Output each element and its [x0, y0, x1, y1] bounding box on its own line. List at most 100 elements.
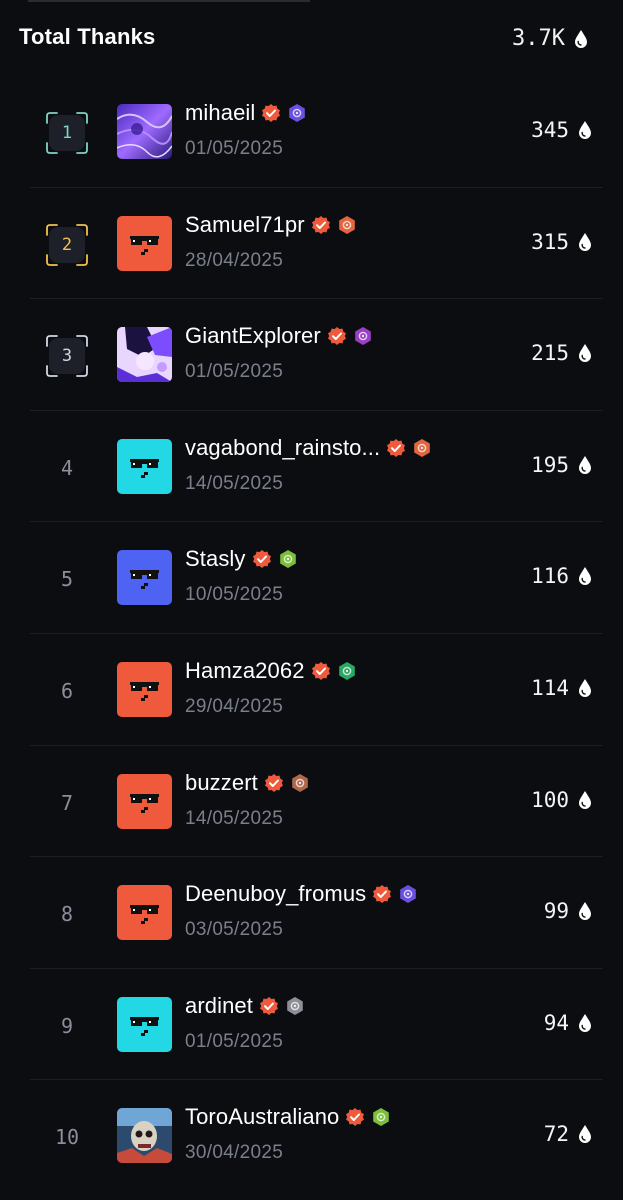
rank-number: 7: [60, 790, 74, 815]
leaderboard-row[interactable]: 1 mihaeil 01/05/2025 345: [30, 76, 603, 188]
name-line: ardinet: [185, 993, 305, 1019]
username[interactable]: mihaeil: [185, 100, 255, 126]
level-badge-icon: [412, 438, 432, 458]
drop-icon: [577, 232, 593, 252]
drop-icon: [577, 566, 593, 586]
level-badge-icon: [287, 103, 307, 123]
leaderboard-row[interactable]: 10 ToroAustraliano 30/04/2025 72: [30, 1080, 603, 1191]
score-value: 94: [543, 1010, 569, 1035]
verified-badge-icon: [311, 215, 331, 235]
join-date: 01/05/2025: [185, 1030, 284, 1052]
avatar[interactable]: [117, 438, 172, 494]
leaderboard-row[interactable]: 3 GiantExplorer 01/05/2025 215: [30, 299, 603, 411]
level-badge-icon: [371, 1107, 391, 1127]
verified-badge-icon: [327, 326, 347, 346]
thanks-score: 72: [544, 1122, 593, 1146]
thanks-score: 215: [531, 341, 593, 365]
verified-badge-icon: [252, 549, 272, 569]
username[interactable]: Hamza2062: [185, 658, 305, 684]
avatar[interactable]: [117, 104, 172, 159]
username[interactable]: Samuel71pr: [185, 212, 305, 238]
level-badge-icon: [353, 326, 373, 346]
rank-badge: 3: [44, 333, 90, 379]
join-date: 01/05/2025: [185, 361, 284, 383]
thanks-score: 114: [531, 676, 593, 700]
rank-number: 2: [49, 226, 85, 263]
join-date: 10/05/2025: [185, 584, 284, 606]
drop-icon: [577, 120, 593, 140]
leaderboard-header: Total Thanks 3.7K: [0, 0, 623, 76]
name-line: Samuel71pr: [185, 212, 357, 238]
avatar[interactable]: [117, 661, 172, 717]
score-value: 315: [531, 229, 569, 254]
score-value: 116: [531, 564, 569, 589]
level-badge-icon: [278, 549, 298, 569]
header-total: 3.7K: [512, 26, 589, 51]
score-value: 72: [543, 1122, 569, 1147]
drop-icon: [573, 29, 589, 49]
name-line: buzzert: [185, 770, 310, 796]
level-badge-icon: [290, 773, 310, 793]
leaderboard-row[interactable]: 7 buzzert 14/05/2025 100: [30, 746, 603, 858]
name-line: Deenuboy_fromus: [185, 881, 418, 907]
join-date: 14/05/2025: [185, 472, 284, 494]
leaderboard-row[interactable]: 5 Stasly 10/05/2025 116: [30, 522, 603, 634]
leaderboard-row[interactable]: 4 vagabond_rainsto... 14/05/2025 195: [30, 411, 603, 523]
leaderboard-row[interactable]: 2 Samuel71pr 28/04/2025 315: [30, 188, 603, 300]
thanks-score: 315: [531, 230, 593, 254]
join-date: 03/05/2025: [185, 919, 284, 941]
avatar[interactable]: [117, 885, 172, 941]
avatar[interactable]: [117, 550, 172, 606]
verified-badge-icon: [386, 438, 406, 458]
score-value: 100: [531, 787, 569, 812]
drop-icon: [577, 343, 593, 363]
drop-icon: [577, 790, 593, 810]
join-date: 30/04/2025: [185, 1142, 284, 1164]
rank-number: 4: [60, 455, 74, 480]
drop-icon: [577, 455, 593, 475]
header-title: Total Thanks: [19, 24, 156, 49]
leaderboard-row[interactable]: 9 ardinet 01/05/2025 94: [30, 969, 603, 1081]
rank-number: 6: [60, 678, 74, 703]
avatar[interactable]: [117, 327, 172, 383]
leaderboard-row[interactable]: 6 Hamza2062 29/04/2025 114: [30, 634, 603, 746]
username[interactable]: ardinet: [185, 993, 253, 1019]
level-badge-icon: [285, 996, 305, 1016]
username[interactable]: ToroAustraliano: [185, 1104, 339, 1130]
name-line: GiantExplorer: [185, 323, 373, 349]
join-date: 14/05/2025: [185, 807, 284, 829]
thanks-score: 100: [531, 788, 593, 812]
name-line: Stasly: [185, 546, 298, 572]
username[interactable]: GiantExplorer: [185, 323, 321, 349]
join-date: 01/05/2025: [185, 138, 284, 159]
verified-badge-icon: [311, 661, 331, 681]
score-value: 215: [531, 341, 569, 366]
leaderboard-list: 1 mihaeil 01/05/2025 345 2 Samuel71pr 28/04/20…: [0, 76, 623, 1191]
score-value: 345: [531, 118, 569, 142]
leaderboard-row[interactable]: 8 Deenuboy_fromus 03/05/2025 99: [30, 857, 603, 969]
name-line: Hamza2062: [185, 658, 357, 684]
avatar[interactable]: [117, 996, 172, 1052]
thanks-score: 99: [544, 899, 593, 923]
username[interactable]: Stasly: [185, 546, 246, 572]
drop-icon: [577, 1013, 593, 1033]
username[interactable]: buzzert: [185, 770, 258, 796]
avatar[interactable]: [117, 1108, 172, 1164]
join-date: 28/04/2025: [185, 249, 284, 271]
avatar[interactable]: [117, 773, 172, 829]
level-badge-icon: [398, 884, 418, 904]
username[interactable]: Deenuboy_fromus: [185, 881, 366, 907]
drop-icon: [577, 678, 593, 698]
rank-number: 5: [60, 567, 74, 592]
rank-number: 8: [60, 902, 74, 927]
avatar[interactable]: [117, 215, 172, 271]
level-badge-icon: [337, 215, 357, 235]
score-value: 114: [531, 675, 569, 700]
name-line: vagabond_rainsto...: [185, 435, 432, 461]
rank-number: 9: [60, 1013, 74, 1038]
name-line: mihaeil: [185, 100, 307, 126]
username[interactable]: vagabond_rainsto...: [185, 435, 380, 461]
score-value: 99: [543, 899, 569, 924]
verified-badge-icon: [372, 884, 392, 904]
thanks-score: 345: [531, 118, 593, 142]
